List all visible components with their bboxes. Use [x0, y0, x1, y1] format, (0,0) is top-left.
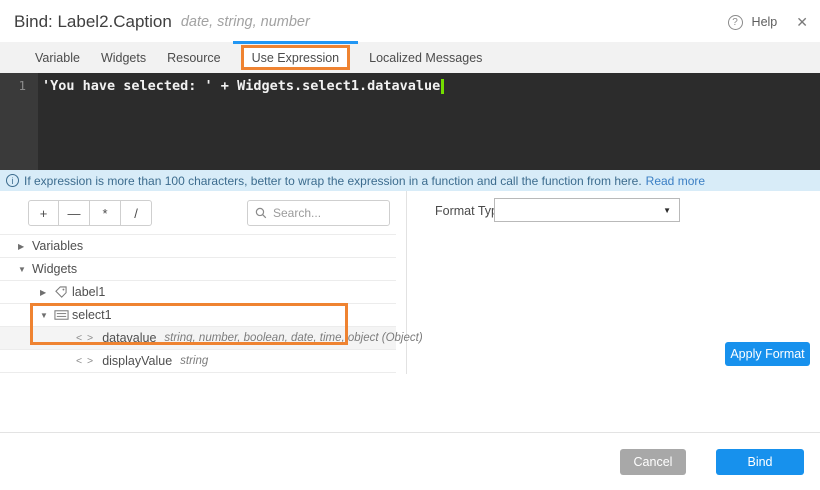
tab-use-expression[interactable]: Use Expression — [241, 45, 351, 70]
search-input[interactable] — [273, 206, 382, 220]
tag-icon — [54, 285, 72, 299]
tree-node-datavalue[interactable]: < > datavalue string, number, boolean, d… — [0, 327, 396, 350]
editor-cursor — [441, 79, 444, 94]
search-box[interactable] — [247, 200, 390, 226]
minus-operator-button[interactable]: — — [59, 200, 90, 226]
plus-operator-button[interactable]: + — [28, 200, 59, 226]
editor-gutter: 1 — [0, 73, 38, 170]
format-panel: Format Type ▼ Apply Format — [407, 191, 820, 374]
select-widget-icon — [54, 309, 72, 321]
read-more-link[interactable]: Read more — [646, 174, 705, 188]
dialog-footer: Cancel Bind — [0, 432, 820, 490]
caret-right-icon[interactable]: ▶ — [18, 242, 32, 251]
code-property-icon: < > — [76, 332, 94, 344]
divide-operator-button[interactable]: / — [121, 200, 152, 226]
caret-down-icon[interactable]: ▼ — [18, 265, 32, 274]
apply-format-button[interactable]: Apply Format — [725, 342, 810, 366]
tab-resource[interactable]: Resource — [157, 51, 231, 65]
tab-variable[interactable]: Variable — [25, 51, 90, 65]
tree-node-label1[interactable]: ▶ label1 — [0, 281, 396, 304]
expression-code[interactable]: 'You have selected: ' + Widgets.select1.… — [42, 78, 444, 94]
dialog-subtitle: date, string, number — [181, 14, 310, 30]
format-type-dropdown[interactable]: ▼ — [494, 198, 680, 222]
cancel-button[interactable]: Cancel — [620, 449, 686, 475]
binding-tree: ▶ Variables ▼ Widgets ▶ label1 ▼ — [0, 234, 396, 373]
caret-right-icon[interactable]: ▶ — [40, 288, 54, 297]
tab-bar: Variable Widgets Resource Use Expression… — [0, 42, 820, 73]
binding-tree-panel: + — * / ▶ Variables ▼ Widgets ▶ — [0, 191, 407, 374]
info-message: If expression is more than 100 character… — [24, 174, 642, 188]
help-icon[interactable]: ? — [728, 15, 743, 30]
chevron-down-icon: ▼ — [663, 206, 671, 215]
bind-button[interactable]: Bind — [716, 449, 804, 475]
tab-widgets[interactable]: Widgets — [91, 51, 156, 65]
dialog-header: Bind: Label2.Caption date, string, numbe… — [0, 0, 820, 44]
code-property-icon: < > — [76, 355, 94, 367]
info-bar: i If expression is more than 100 charact… — [0, 170, 820, 191]
search-icon — [255, 207, 267, 219]
expression-editor[interactable]: 1 'You have selected: ' + Widgets.select… — [0, 73, 820, 170]
info-icon: i — [6, 174, 19, 187]
tree-node-variables[interactable]: ▶ Variables — [0, 235, 396, 258]
bind-dialog: Bind: Label2.Caption date, string, numbe… — [0, 0, 820, 490]
active-tab-indicator — [233, 41, 359, 44]
tree-node-displayvalue[interactable]: < > displayValue string — [0, 350, 396, 373]
close-icon[interactable]: ✕ — [796, 14, 808, 31]
multiply-operator-button[interactable]: * — [90, 200, 121, 226]
tree-node-widgets[interactable]: ▼ Widgets — [0, 258, 396, 281]
tab-localized-messages[interactable]: Localized Messages — [359, 51, 492, 65]
operator-button-group: + — * / — [28, 200, 152, 226]
type-hint: string, number, boolean, date, time, obj… — [164, 332, 422, 344]
line-number: 1 — [18, 78, 26, 93]
dialog-body: + — * / ▶ Variables ▼ Widgets ▶ — [0, 191, 820, 374]
help-link[interactable]: Help — [752, 15, 778, 29]
dialog-title: Bind: Label2.Caption — [14, 12, 172, 32]
tree-node-select1[interactable]: ▼ select1 — [0, 304, 396, 327]
type-hint: string — [180, 355, 208, 367]
tab-use-expression-label: Use Expression — [252, 51, 340, 65]
caret-down-icon[interactable]: ▼ — [40, 311, 54, 320]
